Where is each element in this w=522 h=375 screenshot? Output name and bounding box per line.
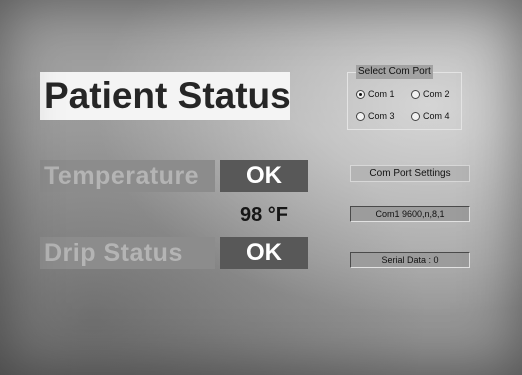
radio-selected-icon [356,89,365,99]
radio-com4-label: Com 4 [423,111,450,121]
radio-unselected-icon [356,111,365,121]
port-settings-display: Com1 9600,n,8,1 [350,206,470,222]
temperature-status: OK [220,160,308,192]
serial-data-display: Serial Data : 0 [350,252,470,268]
radio-com2-label: Com 2 [423,89,450,99]
com-port-group-title: Select Com Port [356,65,433,79]
page-title: Patient Status [40,72,291,120]
drip-status-value: OK [220,237,308,269]
drip-status-label: Drip Status [40,237,215,269]
com-port-settings-button[interactable]: Com Port Settings [350,165,470,182]
radio-com4[interactable]: Com 4 [411,109,450,123]
radio-com1[interactable]: Com 1 [356,87,395,101]
radio-unselected-icon [411,89,420,99]
temperature-label: Temperature [40,160,215,192]
app-window: Patient Status Temperature OK 98 °F Drip… [0,0,522,375]
temperature-reading: 98 °F [239,204,289,226]
radio-com3-label: Com 3 [368,111,395,121]
radio-com2[interactable]: Com 2 [411,87,450,101]
radio-com1-label: Com 1 [368,89,395,99]
radio-com3[interactable]: Com 3 [356,109,395,123]
com-port-group: Select Com Port Com 1 Com 2 Com 3 Com 4 [347,65,462,130]
radio-unselected-icon [411,111,420,121]
